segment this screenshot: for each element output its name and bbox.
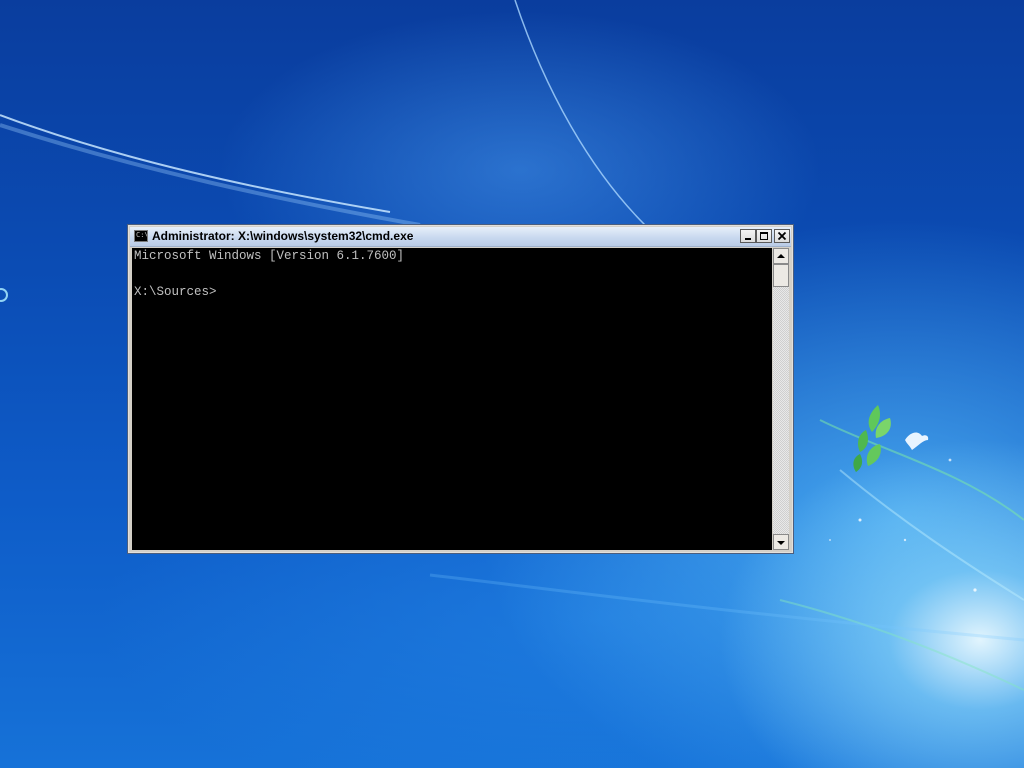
maximize-button[interactable] (756, 229, 772, 243)
scroll-down-arrow-icon (777, 541, 785, 545)
console-line-version: Microsoft Windows [Version 6.1.7600] (134, 249, 405, 263)
light-streak (0, 123, 421, 227)
close-button[interactable] (774, 229, 790, 243)
scroll-thumb[interactable] (773, 264, 789, 287)
minimize-icon (745, 238, 751, 240)
scroll-down-button[interactable] (773, 534, 789, 550)
sparkle (858, 518, 862, 522)
vertical-scrollbar[interactable] (773, 248, 789, 550)
sparkle (829, 539, 831, 541)
light-streak (839, 469, 1024, 601)
light-streak (819, 419, 1024, 521)
console-output[interactable]: Microsoft Windows [Version 6.1.7600] X:\… (132, 248, 772, 550)
minimize-button[interactable] (740, 229, 756, 243)
light-streak (514, 0, 646, 226)
light-streak (429, 573, 1024, 642)
sparkle (948, 458, 952, 462)
windows-logo-icon (853, 405, 891, 472)
maximize-icon (760, 232, 768, 240)
light-streak (0, 114, 391, 213)
scroll-up-button[interactable] (773, 248, 789, 264)
sparkle (903, 538, 907, 542)
light-streak (779, 599, 1024, 691)
bird-icon (905, 432, 929, 450)
cmd-window[interactable]: C:\ Administrator: X:\windows\system32\c… (127, 224, 794, 554)
close-icon (777, 231, 787, 241)
window-title: Administrator: X:\windows\system32\cmd.e… (152, 229, 414, 243)
sparkle (973, 588, 977, 592)
cmd-icon: C:\ (134, 230, 148, 242)
title-bar[interactable]: C:\ Administrator: X:\windows\system32\c… (130, 227, 791, 247)
scroll-up-arrow-icon (777, 254, 785, 258)
console-line-prompt: X:\Sources> (134, 285, 217, 299)
